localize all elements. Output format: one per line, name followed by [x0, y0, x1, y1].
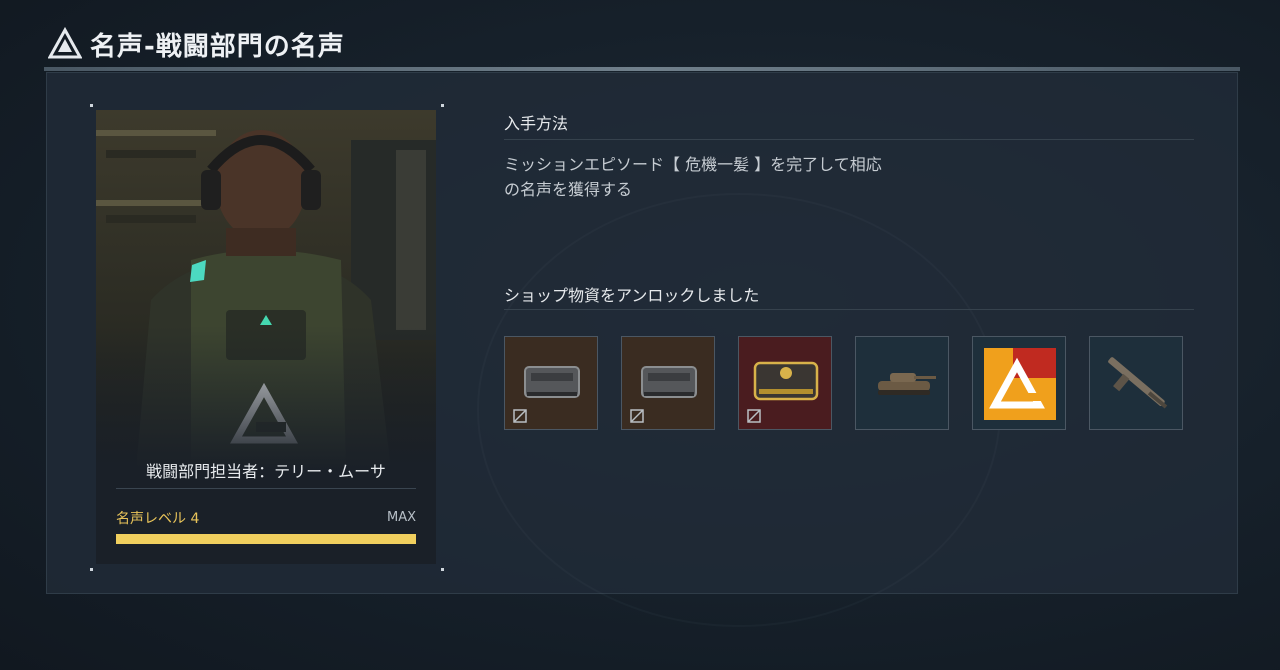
reputation-progress-fill — [116, 534, 416, 544]
faction-a-logo-icon — [48, 27, 82, 59]
acquire-divider — [504, 139, 1194, 140]
acquire-description-line1: ミッションエピソード【 危機一髪 】を完了して相応 — [504, 155, 882, 174]
rifle-icon — [1108, 357, 1168, 409]
header-divider — [44, 67, 1240, 71]
locked-icon — [513, 409, 527, 423]
unlock-item-rifle[interactable] — [1089, 336, 1183, 430]
faction-emblem-card-icon — [984, 348, 1056, 420]
character-card[interactable]: 戦闘部門担当者：テリー・ムーサ 名声レベル 4 MAX — [96, 110, 436, 564]
frame-corner — [90, 104, 93, 107]
character-portrait — [96, 110, 436, 470]
acquire-description-line2: の名声を獲得する — [504, 180, 633, 199]
tank-icon — [878, 373, 936, 395]
frame-corner — [441, 568, 444, 571]
reputation-progress-bar — [116, 534, 416, 544]
locked-icon — [630, 409, 644, 423]
unlocked-items-list — [504, 336, 1183, 430]
character-name: 戦闘部門担当者：テリー・ムーサ — [146, 462, 386, 481]
locked-icon — [747, 409, 761, 423]
acquire-description: ミッションエピソード【 危機一髪 】を完了して相応 の名声を獲得する — [504, 152, 964, 202]
unlock-item-supply-crate[interactable] — [621, 336, 715, 430]
unlock-item-tank[interactable] — [855, 336, 949, 430]
frame-corner — [90, 568, 93, 571]
card-divider — [116, 488, 416, 489]
unlocks-section-title: ショップ物資をアンロックしました — [504, 286, 760, 305]
frame-corner — [441, 104, 444, 107]
page-header: 名声-戦闘部門の名声 — [48, 22, 345, 66]
acquire-section-title: 入手方法 — [504, 114, 569, 133]
unlock-item-emblem-card[interactable] — [972, 336, 1066, 430]
reputation-max-label: MAX — [386, 510, 416, 525]
unlock-item-gold-crate[interactable] — [738, 336, 832, 430]
reputation-level-label: 名声レベル 4 — [116, 511, 200, 527]
unlocks-divider — [504, 309, 1194, 310]
unlock-item-supply-crate[interactable] — [504, 336, 598, 430]
page-title: 名声-戦闘部門の名声 — [90, 31, 345, 62]
